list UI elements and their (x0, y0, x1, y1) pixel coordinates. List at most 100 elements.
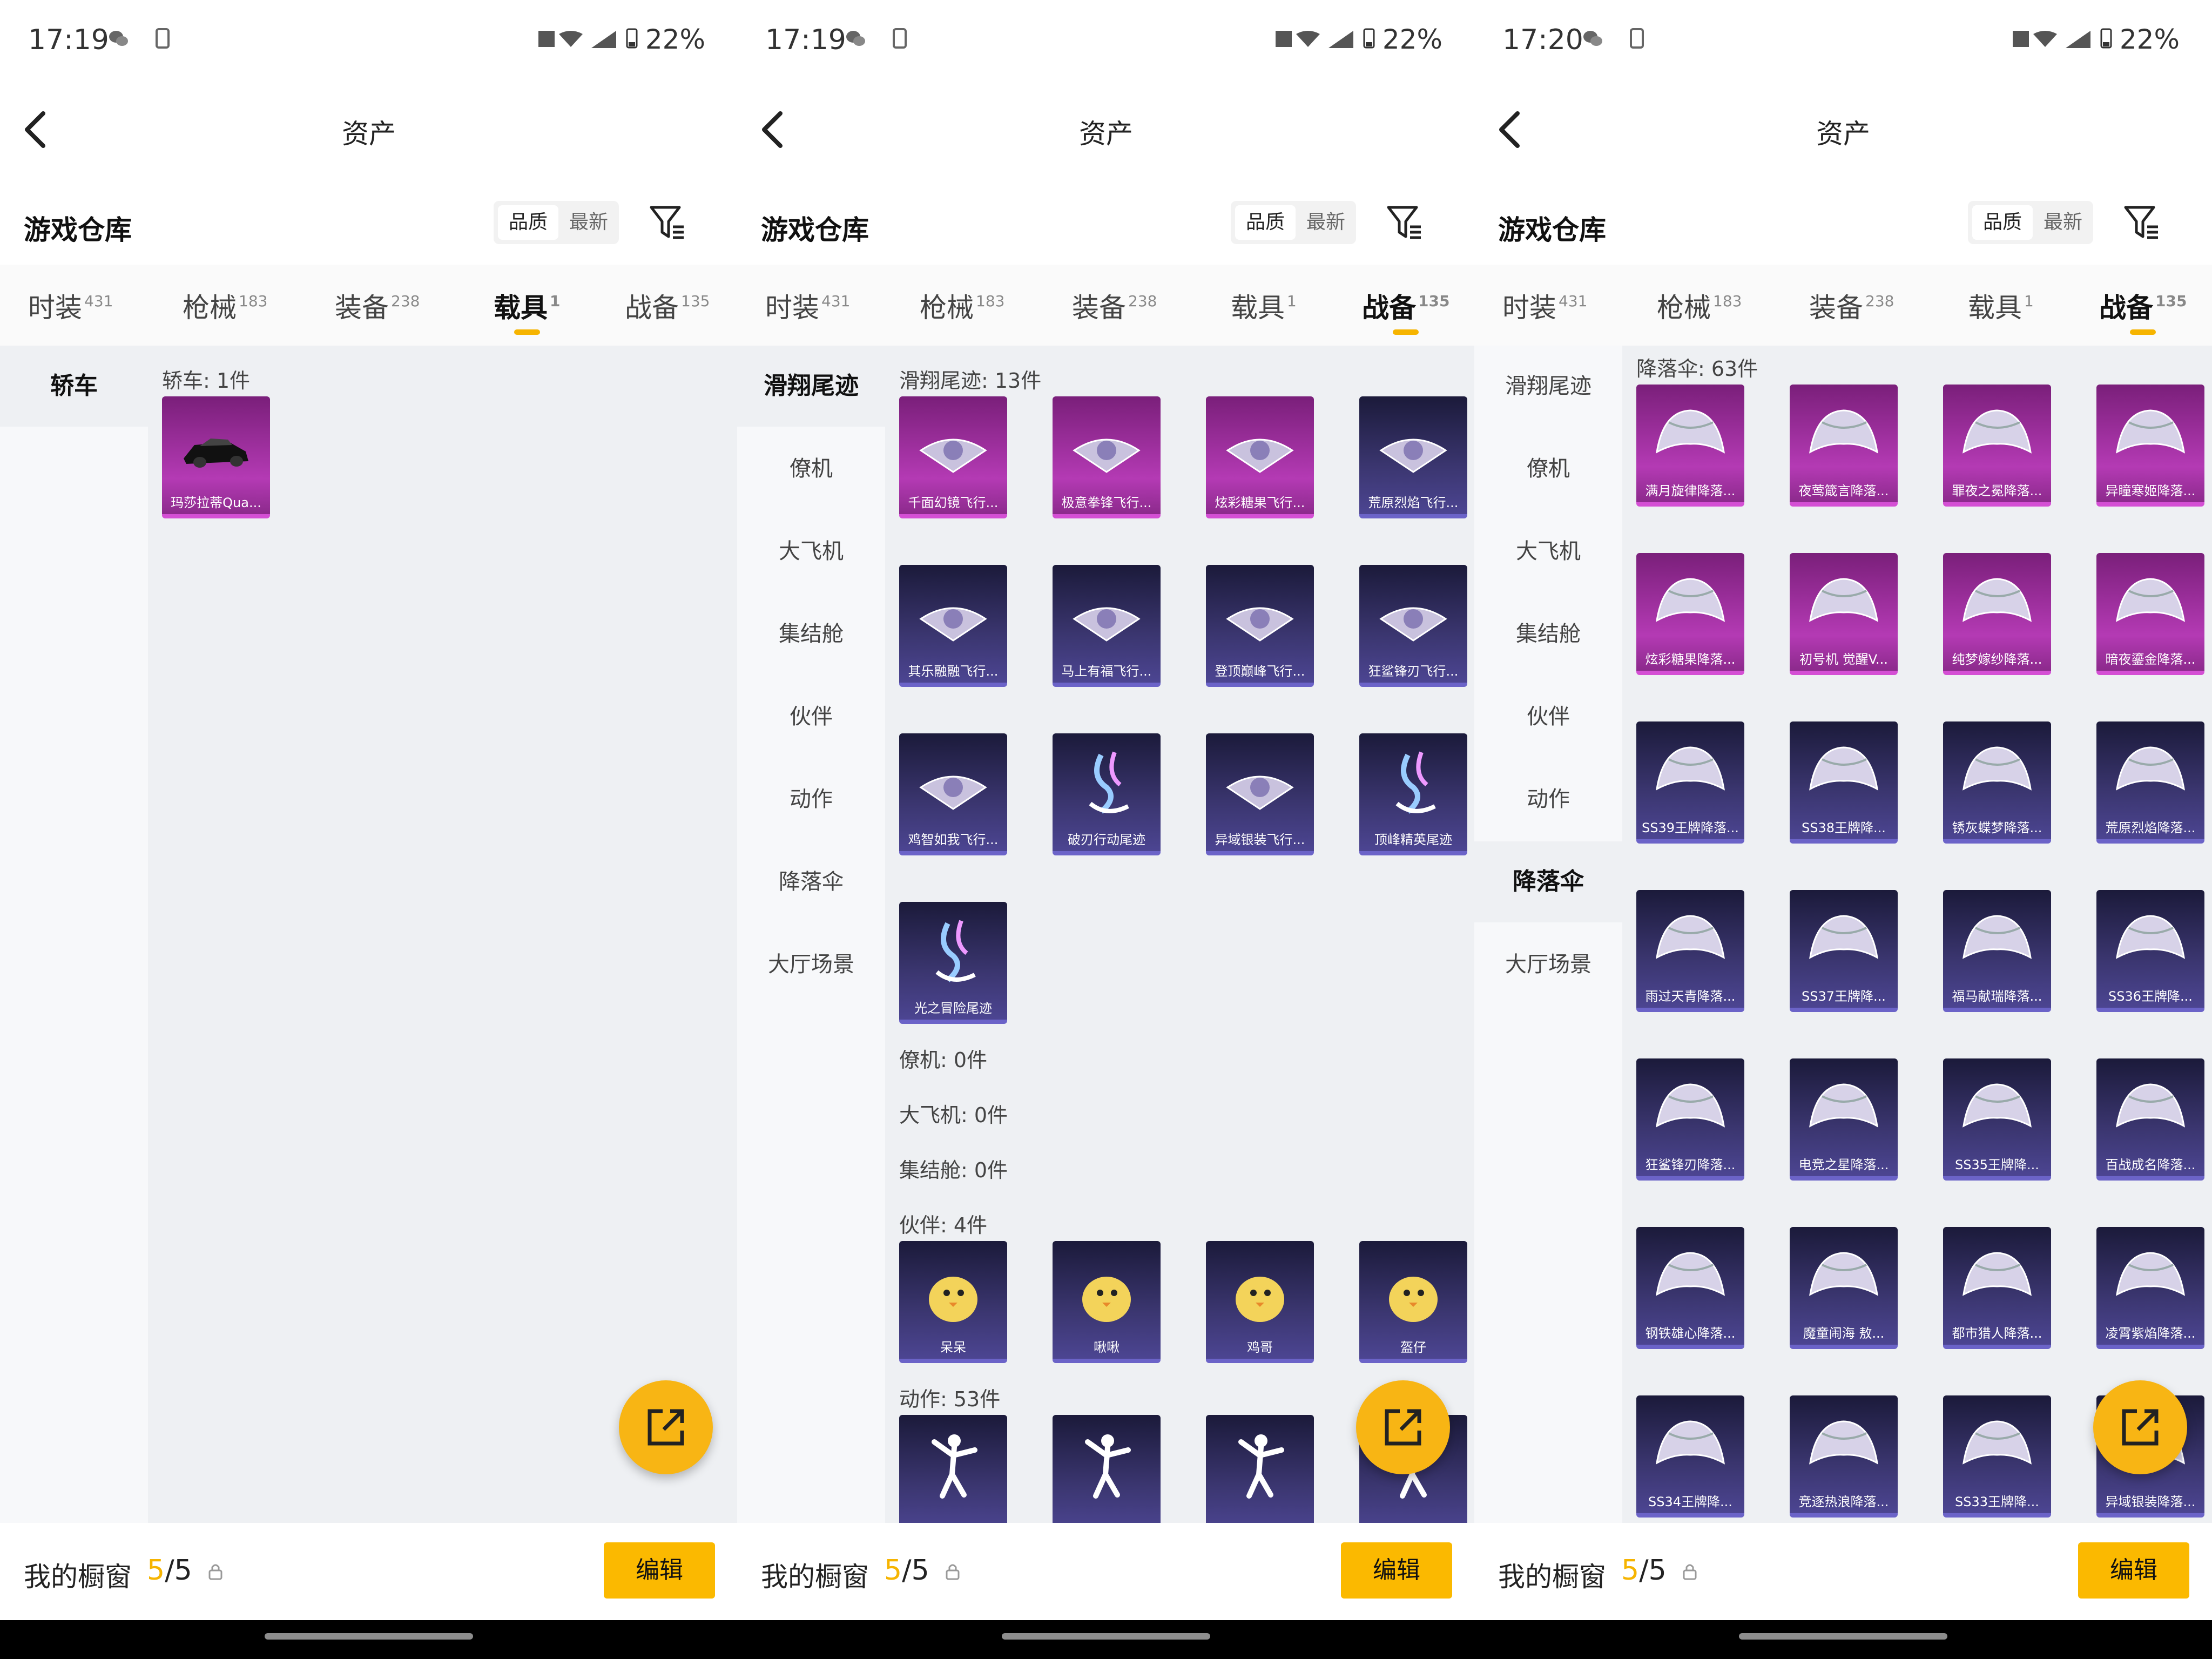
tab-4[interactable]: 载具 1 (1231, 286, 1297, 325)
edit-button[interactable]: 编辑 (1341, 1542, 1452, 1599)
sort-latest-button[interactable]: 最新 (558, 205, 619, 240)
item-card[interactable]: 呆呆 (899, 1241, 1007, 1363)
item-card[interactable]: 登顶巅峰飞行... (1206, 565, 1314, 687)
sidebar-item[interactable]: 滑翔尾迹 (737, 346, 885, 427)
share-button[interactable] (2093, 1380, 2187, 1474)
tab-2[interactable]: 枪械 183 (183, 286, 267, 325)
sidebar-item[interactable]: 集结舱 (1474, 594, 1622, 675)
tab-2[interactable]: 枪械 183 (920, 286, 1004, 325)
sort-quality-button[interactable]: 品质 (1235, 205, 1296, 240)
item-card[interactable]: 初号机 觉醒V... (1790, 553, 1898, 675)
showcase-bar: 我的橱窗 5/5 编辑 (737, 1523, 1475, 1620)
sort-latest-button[interactable]: 最新 (2033, 205, 2093, 240)
sidebar-item[interactable]: 大飞机 (737, 511, 885, 592)
item-card[interactable]: 千面幻镜飞行... (899, 396, 1007, 518)
item-card[interactable]: 顶峰精英尾迹 (1359, 733, 1467, 855)
item-card[interactable]: 鸡哥 (1206, 1241, 1314, 1363)
sidebar-item[interactable]: 滑翔尾迹 (1474, 346, 1622, 427)
tab-2[interactable]: 枪械 183 (1657, 286, 1742, 325)
filter-icon[interactable] (2122, 203, 2161, 242)
sidebar-item[interactable]: 大飞机 (1474, 511, 1622, 592)
item-card[interactable]: SS37王牌降... (1790, 890, 1898, 1012)
item-card[interactable]: 福马献瑞降落... (1943, 890, 2051, 1012)
sidebar-item[interactable]: 伙伴 (1474, 676, 1622, 757)
item-card[interactable]: 异域银装飞行... (1206, 733, 1314, 855)
tab-3[interactable]: 装备 238 (335, 286, 420, 325)
item-card[interactable]: 钢铁雄心降落... (1636, 1227, 1744, 1349)
item-card[interactable] (899, 1415, 1007, 1523)
sidebar-item[interactable]: 轿车 (0, 346, 148, 427)
item-card[interactable]: 百战成名降落... (2096, 1058, 2204, 1181)
sort-latest-button[interactable]: 最新 (1296, 205, 1356, 240)
item-card[interactable]: 啾啾 (1053, 1241, 1161, 1363)
filter-icon[interactable] (1385, 203, 1424, 242)
home-indicator[interactable] (1002, 1633, 1210, 1640)
sidebar-item[interactable]: 动作 (737, 759, 885, 840)
item-card[interactable]: 竞逐热浪降落... (1790, 1395, 1898, 1518)
item-card[interactable]: 暗夜鎏金降落... (2096, 553, 2204, 675)
sidebar-item[interactable]: 降落伞 (1474, 841, 1622, 922)
item-card[interactable]: 极意拳锋飞行... (1053, 396, 1161, 518)
home-indicator[interactable] (265, 1633, 473, 1640)
sidebar-item[interactable]: 集结舱 (737, 594, 885, 675)
home-indicator[interactable] (1739, 1633, 1947, 1640)
sidebar-item[interactable]: 僚机 (737, 428, 885, 509)
item-card[interactable]: 炫彩糖果降落... (1636, 553, 1744, 675)
item-card[interactable]: 锈灰蝶梦降落... (1943, 721, 2051, 844)
item-card[interactable]: 荒原烈焰飞行... (1359, 396, 1467, 518)
item-card[interactable]: 炫彩糖果飞行... (1206, 396, 1314, 518)
item-card[interactable]: 光之冒险尾迹 (899, 902, 1007, 1024)
tab-5[interactable]: 战备 135 (1362, 286, 1449, 335)
item-card[interactable]: SS38王牌降... (1790, 721, 1898, 844)
item-card[interactable]: 凌霄紫焰降落... (2096, 1227, 2204, 1349)
item-card[interactable]: 电竞之星降落... (1790, 1058, 1898, 1181)
item-card[interactable]: SS33王牌降... (1943, 1395, 2051, 1518)
item-card[interactable]: 破刃行动尾迹 (1053, 733, 1161, 855)
item-card[interactable]: 异瞳寒姬降落... (2096, 385, 2204, 507)
tab-1[interactable]: 时装 431 (1502, 286, 1587, 325)
sidebar-item[interactable]: 动作 (1474, 759, 1622, 840)
item-card[interactable]: 雨过天青降落... (1636, 890, 1744, 1012)
tab-4[interactable]: 载具 1 (1968, 286, 2034, 325)
filter-icon[interactable] (648, 203, 687, 242)
item-card[interactable]: 鸡智如我飞行... (899, 733, 1007, 855)
tab-1[interactable]: 时装 431 (765, 286, 850, 325)
sidebar-item[interactable]: 大厅场景 (737, 924, 885, 1005)
item-card[interactable]: SS34王牌降... (1636, 1395, 1744, 1518)
item-card[interactable]: 狂鲨锋刃飞行... (1359, 565, 1467, 687)
item-card[interactable]: SS36王牌降... (2096, 890, 2204, 1012)
item-card[interactable]: SS35王牌降... (1943, 1058, 2051, 1181)
sidebar-item[interactable]: 伙伴 (737, 676, 885, 757)
item-card[interactable]: 马上有福飞行... (1053, 565, 1161, 687)
sort-quality-button[interactable]: 品质 (498, 205, 558, 240)
sidebar-item[interactable]: 大厅场景 (1474, 924, 1622, 1005)
item-card[interactable]: 夜莺箴言降落... (1790, 385, 1898, 507)
tab-1[interactable]: 时装 431 (28, 286, 113, 325)
edit-button[interactable]: 编辑 (2078, 1542, 2189, 1599)
item-card[interactable]: 罪夜之冕降落... (1943, 385, 2051, 507)
item-card[interactable]: SS39王牌降落... (1636, 721, 1744, 844)
sort-quality-button[interactable]: 品质 (1972, 205, 2033, 240)
share-button[interactable] (619, 1380, 713, 1474)
share-button[interactable] (1356, 1380, 1450, 1474)
item-card[interactable] (1053, 1415, 1161, 1523)
item-card[interactable]: 其乐融融飞行... (899, 565, 1007, 687)
item-name: 登顶巅峰飞行... (1215, 664, 1305, 679)
item-card[interactable] (1206, 1415, 1314, 1523)
tab-4[interactable]: 载具 1 (494, 286, 560, 335)
item-card[interactable]: 玛莎拉蒂Qua... (162, 396, 270, 518)
item-card[interactable]: 纯梦嫁纱降落... (1943, 553, 2051, 675)
item-card[interactable]: 满月旋律降落... (1636, 385, 1744, 507)
item-card[interactable]: 荒原烈焰降落... (2096, 721, 2204, 844)
tab-3[interactable]: 装备 238 (1809, 286, 1894, 325)
sidebar-item[interactable]: 僚机 (1474, 428, 1622, 509)
item-card[interactable]: 盔仔 (1359, 1241, 1467, 1363)
item-card[interactable]: 狂鲨锋刃降落... (1636, 1058, 1744, 1181)
item-card[interactable]: 魔童闹海 敖... (1790, 1227, 1898, 1349)
edit-button[interactable]: 编辑 (604, 1542, 715, 1599)
tab-3[interactable]: 装备 238 (1072, 286, 1157, 325)
tab-5[interactable]: 战备 135 (2099, 286, 2187, 335)
item-card[interactable]: 都市猎人降落... (1943, 1227, 2051, 1349)
tab-5[interactable]: 战备 135 (625, 286, 710, 325)
sidebar-item[interactable]: 降落伞 (737, 841, 885, 922)
